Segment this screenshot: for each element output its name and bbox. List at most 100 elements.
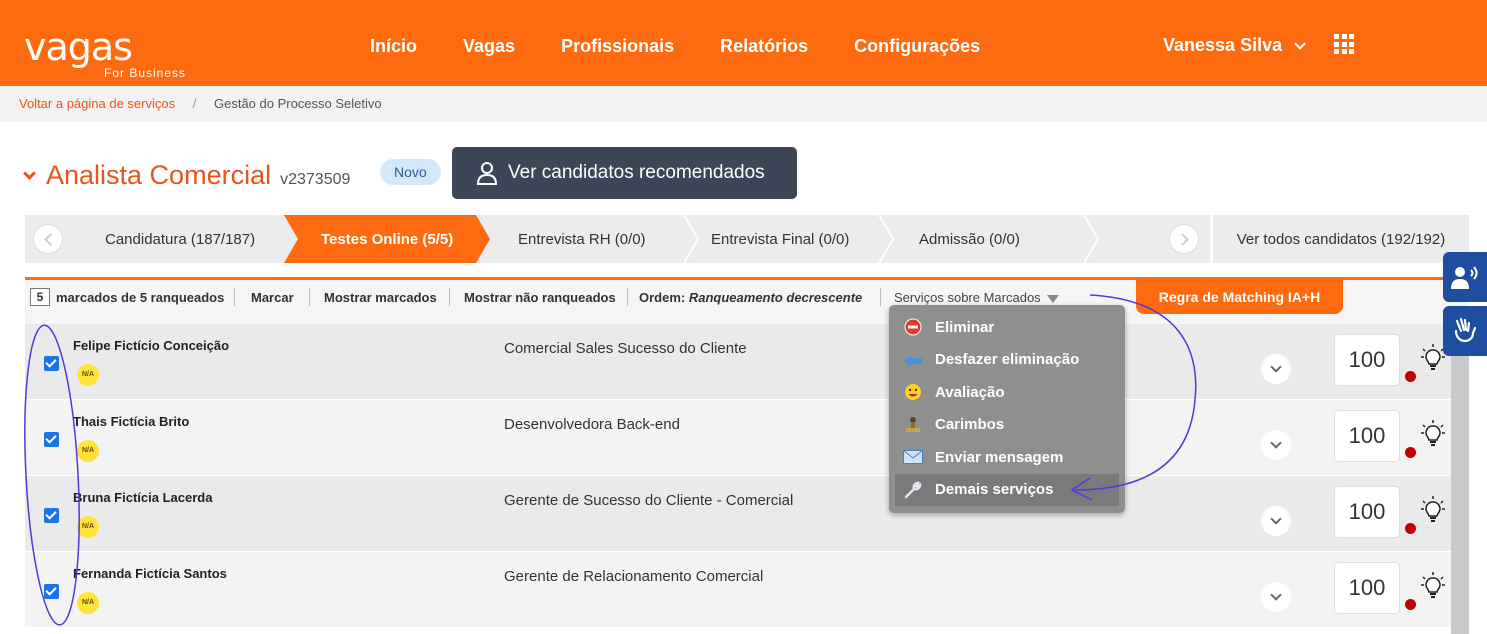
menu-item-label: Avaliação: [935, 383, 1005, 401]
candidate-current-job: Gerente de Sucesso do Cliente - Comercia…: [504, 492, 794, 509]
order-selector[interactable]: Ordem: Ranqueamento decrescente: [639, 290, 862, 305]
services-menu-trigger[interactable]: Serviços sobre Marcados: [894, 290, 1059, 305]
lightbulb-icon[interactable]: [1421, 344, 1445, 372]
step-entrevista-rh[interactable]: Entrevista RH (0/0): [518, 215, 646, 263]
candidate-name[interactable]: Felipe Fictício Conceição: [73, 338, 229, 353]
recommended-candidates-button[interactable]: Ver candidatos recomendados: [452, 147, 797, 199]
step-separator-icon: [1083, 215, 1100, 263]
expand-row-button[interactable]: [1261, 506, 1291, 536]
lightbulb-icon[interactable]: [1421, 496, 1445, 524]
status-dot: [1405, 447, 1416, 458]
collapse-chevron-icon[interactable]: [23, 167, 36, 180]
menu-item-label: Eliminar: [935, 318, 995, 336]
expand-row-button[interactable]: [1261, 582, 1291, 612]
na-badge: N/A: [77, 592, 99, 614]
candidate-row: Bruna Fictícia Lacerda N/A Gerente de Su…: [25, 476, 1469, 552]
nav-configuracoes[interactable]: Configurações: [854, 36, 980, 57]
show-marked-link[interactable]: Mostrar marcados: [324, 290, 437, 305]
breadcrumb-current: Gestão do Processo Seletivo: [213, 96, 382, 111]
candidate-score: 100: [1334, 486, 1400, 538]
candidate-checkbox[interactable]: [44, 584, 59, 599]
na-badge: N/A: [77, 440, 99, 462]
nav-vagas[interactable]: Vagas: [463, 36, 515, 57]
breadcrumb: Voltar a página de serviços / Gestão do …: [0, 86, 1487, 122]
sign-language-button[interactable]: [1443, 306, 1487, 356]
candidate-row: Fernanda Fictícia Santos N/A Gerente de …: [25, 552, 1469, 628]
main-nav: Início Vagas Profissionais Relatórios Co…: [370, 36, 1026, 57]
expand-row-button[interactable]: [1261, 430, 1291, 460]
step-testes-online[interactable]: Testes Online (5/5): [321, 215, 453, 263]
breadcrumb-separator: /: [192, 96, 197, 111]
candidate-name[interactable]: Thais Fictícia Brito: [73, 414, 189, 429]
candidate-name[interactable]: Fernanda Fictícia Santos: [73, 566, 227, 581]
stepper-next-button[interactable]: [1169, 224, 1199, 254]
status-dot: [1405, 371, 1416, 382]
lightbulb-icon[interactable]: [1421, 420, 1445, 448]
status-dot: [1405, 523, 1416, 534]
candidate-name[interactable]: Bruna Fictícia Lacerda: [73, 490, 212, 505]
menu-item-label: Demais serviços: [935, 481, 1054, 499]
apps-grid-icon[interactable]: [1334, 34, 1354, 54]
marked-summary: marcados de 5 ranqueados: [56, 290, 225, 305]
wrench-icon: [903, 480, 923, 500]
nav-profissionais[interactable]: Profissionais: [561, 36, 674, 57]
eliminate-icon: [903, 317, 923, 337]
candidate-current-job: Comercial Sales Sucesso do Cliente: [504, 340, 747, 357]
candidate-checkbox[interactable]: [44, 508, 59, 523]
matching-rule-button[interactable]: Regra de Matching IA+H: [1136, 280, 1343, 314]
menu-item-avaliacao[interactable]: Avaliação: [889, 376, 1125, 409]
chevron-down-icon: [1294, 37, 1306, 50]
candidate-checkbox[interactable]: [44, 356, 59, 371]
stage-stepper: Candidatura (187/187) Testes Online (5/5…: [25, 215, 1469, 263]
services-menu-label: Serviços sobre Marcados: [894, 290, 1041, 305]
toolbar-separator: [627, 288, 628, 306]
status-dot: [1405, 599, 1416, 610]
na-badge: N/A: [77, 516, 99, 538]
speaking-person-icon: [1451, 266, 1478, 289]
lightbulb-icon[interactable]: [1421, 572, 1445, 600]
candidate-row: Felipe Fictício Conceição N/A Comercial …: [25, 324, 1469, 400]
mark-link[interactable]: Marcar: [251, 290, 294, 305]
job-code: v2373509: [280, 171, 351, 188]
expand-row-button[interactable]: [1261, 354, 1291, 384]
menu-item-carimbos[interactable]: Carimbos: [889, 409, 1125, 442]
toolbar-separator: [309, 288, 310, 306]
vagas-logo[interactable]: vagas For Business: [24, 25, 185, 80]
services-dropdown-menu: Eliminar Desfazer eliminação Avaliação C…: [889, 305, 1125, 513]
show-unranked-link[interactable]: Mostrar não ranqueados: [464, 290, 616, 305]
na-badge: N/A: [77, 364, 99, 386]
candidate-current-job: Desenvolvedora Back-end: [504, 416, 680, 433]
step-candidatura[interactable]: Candidatura (187/187): [105, 215, 255, 263]
user-icon: [476, 162, 498, 185]
candidate-checkbox[interactable]: [44, 432, 59, 447]
toolbar-separator: [234, 288, 235, 306]
step-entrevista-final[interactable]: Entrevista Final (0/0): [711, 215, 849, 263]
logo-subtitle: For Business: [104, 66, 187, 80]
nav-relatorios[interactable]: Relatórios: [720, 36, 808, 57]
order-label: Ordem:: [639, 290, 686, 305]
list-scrollbar[interactable]: [1451, 324, 1469, 634]
stepper-prev-button[interactable]: [33, 224, 63, 254]
menu-item-eliminar[interactable]: Eliminar: [889, 311, 1125, 344]
accessibility-audio-button[interactable]: [1443, 252, 1487, 302]
step-separator-icon: [683, 215, 700, 263]
job-title: Analista Comercial: [46, 160, 272, 190]
user-menu[interactable]: Vanessa Silva: [1163, 35, 1306, 56]
menu-item-enviar-mensagem[interactable]: Enviar mensagem: [889, 441, 1125, 474]
menu-item-demais-servicos[interactable]: Demais serviços: [895, 473, 1119, 506]
envelope-icon: [903, 447, 923, 467]
toolbar-separator: [449, 288, 450, 306]
view-all-candidates[interactable]: Ver todos candidatos (192/192): [1210, 215, 1469, 263]
menu-item-label: Enviar mensagem: [935, 448, 1064, 466]
breadcrumb-back-link[interactable]: Voltar a página de serviços: [19, 96, 175, 111]
step-admissao[interactable]: Admissão (0/0): [919, 215, 1020, 263]
job-title-row: Analista Comercial v2373509: [23, 160, 351, 191]
stamp-icon: [903, 415, 923, 435]
logo-text: vagas: [24, 25, 133, 69]
menu-item-desfazer-eliminacao[interactable]: Desfazer eliminação: [889, 344, 1125, 377]
candidate-row: Thais Fictícia Brito N/A Desenvolvedora …: [25, 400, 1469, 476]
smiley-icon: [903, 382, 923, 402]
nav-inicio[interactable]: Início: [370, 36, 417, 57]
step-separator-icon: [878, 215, 895, 263]
marked-count: 5: [30, 288, 50, 306]
